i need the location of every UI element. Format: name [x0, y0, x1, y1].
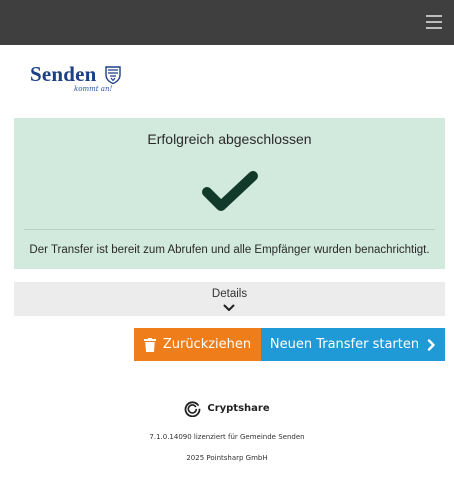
new-transfer-button-label: Neuen Transfer starten — [269, 337, 420, 352]
cryptshare-logo: Cryptshare — [0, 399, 454, 417]
success-divider — [24, 229, 435, 230]
chevron-down-icon — [223, 304, 235, 311]
withdraw-button-label: Zurückziehen — [162, 337, 252, 352]
top-navigation-bar — [0, 0, 454, 45]
cryptshare-brand-name: Cryptshare — [207, 402, 270, 414]
cryptshare-logo-icon — [184, 400, 201, 417]
checkmark-icon — [202, 171, 258, 211]
new-transfer-button[interactable]: Neuen Transfer starten — [261, 328, 445, 361]
logo-text: Senden — [30, 62, 97, 86]
success-panel: Erfolgreich abgeschlossen Der Transfer i… — [14, 118, 445, 269]
details-label: Details — [211, 288, 248, 300]
success-message: Der Transfer ist bereit zum Abrufen und … — [29, 244, 430, 256]
license-info: 7.1.0.14090 lizenziert für Gemeinde Send… — [149, 433, 305, 441]
withdraw-button[interactable]: Zurückziehen — [134, 328, 261, 361]
trash-icon — [143, 337, 156, 352]
details-toggle[interactable]: Details — [14, 282, 445, 316]
chevron-right-icon — [427, 338, 435, 351]
copyright-info: 2025 Pointsharp GmbH — [186, 454, 268, 462]
logo-tagline: kommt an! — [74, 85, 113, 93]
success-title: Erfolgreich abgeschlossen — [147, 131, 312, 147]
senden-logo[interactable]: Senden kommt an! — [30, 62, 140, 110]
hamburger-menu-icon[interactable] — [426, 15, 442, 29]
coat-of-arms-icon — [105, 66, 121, 84]
